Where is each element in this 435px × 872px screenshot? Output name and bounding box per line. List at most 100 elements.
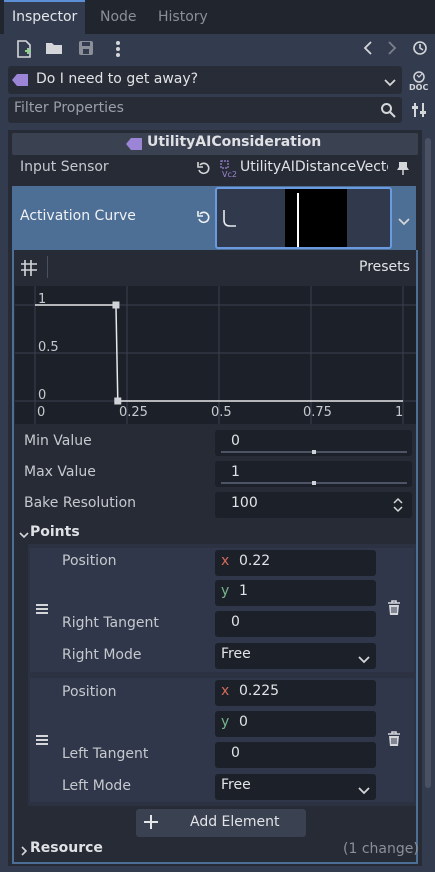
y-axis-tag: y <box>221 583 230 599</box>
search-icon <box>380 102 396 122</box>
presets-menu[interactable]: Presets <box>359 259 410 275</box>
x-tick-label: 0.5 <box>211 405 232 420</box>
min-value-field[interactable]: 0 <box>215 430 412 456</box>
point-0-y-value: 1 <box>239 583 248 599</box>
back-icon[interactable] <box>358 40 378 60</box>
save-icon[interactable] <box>76 40 96 60</box>
point-1-tangent-label: Left Tangent <box>62 746 149 762</box>
point-0-mode-label: Right Mode <box>62 647 142 663</box>
point-0-x-value: 0.22 <box>239 553 271 569</box>
revert-curve-icon[interactable] <box>197 210 211 228</box>
spinbox-updown-icon[interactable] <box>393 497 403 517</box>
x-axis-tag: x <box>221 553 230 569</box>
points-section-header[interactable]: Points <box>30 524 80 540</box>
chevron-down-icon[interactable] <box>398 214 410 230</box>
max-value-text: 1 <box>231 464 240 480</box>
bake-resolution-field[interactable]: 100 <box>215 492 412 518</box>
add-element-label: Add Element <box>190 814 280 830</box>
resource-path-text: Do I need to get away? <box>36 71 199 87</box>
y-tick-label: 0.5 <box>38 340 59 355</box>
plus-icon <box>144 815 158 833</box>
curve-thumbnail <box>285 189 347 247</box>
input-sensor-label: Input Sensor <box>20 159 109 175</box>
assign-node-icon[interactable] <box>396 160 410 180</box>
curve-control-point[interactable] <box>112 301 120 309</box>
revert-icon[interactable] <box>197 161 211 179</box>
point-1-mode-value: Free <box>221 777 251 793</box>
filter-placeholder: Filter Properties <box>14 100 124 116</box>
x-axis-tag: x <box>221 683 230 699</box>
resource-tag-icon <box>12 74 28 90</box>
tab-node[interactable]: Node <box>92 0 145 34</box>
max-value-slider-grabber[interactable] <box>312 481 316 485</box>
x-tick-label: 0 <box>37 405 45 420</box>
min-value-text: 0 <box>231 433 240 449</box>
class-icon <box>126 138 142 154</box>
curve-control-point[interactable] <box>114 397 122 405</box>
doc-button[interactable]: DOC <box>408 70 430 92</box>
point-1-position-label: Position <box>62 684 117 700</box>
point-1-tangent-value: 0 <box>231 745 240 761</box>
point-1-y-field[interactable]: y 0 <box>215 711 376 737</box>
tab-history[interactable]: History <box>150 0 216 34</box>
chevron-down-icon <box>358 783 370 799</box>
x-tick-label: 0.75 <box>303 405 332 420</box>
chevron-down-icon[interactable] <box>19 528 29 544</box>
point-0-mode-dropdown[interactable]: Free <box>215 643 376 669</box>
chevron-down-icon <box>384 75 396 91</box>
point-1-y-value: 0 <box>239 714 248 730</box>
curve-chart[interactable]: 0 0.25 0.5 0.75 110.50 <box>15 286 416 424</box>
resource-section-header[interactable]: Resource <box>30 840 103 856</box>
point-0-tangent-field[interactable]: 0 <box>215 611 376 637</box>
scrollbar[interactable] <box>425 138 431 788</box>
property-settings-icon[interactable] <box>410 101 428 119</box>
point-1-x-field[interactable]: x 0.225 <box>215 680 376 706</box>
sensor-node-icon: Vc2 <box>220 160 238 182</box>
drag-handle-icon[interactable] <box>35 734 49 750</box>
point-0-position-label: Position <box>62 553 117 569</box>
resource-change-count: (1 change) <box>343 841 419 857</box>
curve-resource-preview[interactable] <box>215 187 392 249</box>
doc-label: DOC <box>409 83 429 92</box>
new-resource-icon[interactable] <box>14 40 34 60</box>
chevron-down-icon <box>358 652 370 668</box>
drag-handle-icon[interactable] <box>35 603 49 619</box>
point-1-x-value: 0.225 <box>239 683 280 699</box>
tab-inspector[interactable]: Inspector <box>4 0 86 34</box>
bake-resolution-label: Bake Resolution <box>24 495 137 511</box>
point-0-x-field[interactable]: x 0.22 <box>215 550 376 576</box>
point-1-mode-label: Left Mode <box>62 778 131 794</box>
bake-resolution-text: 100 <box>231 495 258 511</box>
class-header-label: UtilityAIConsideration <box>147 134 322 150</box>
min-value-label: Min Value <box>24 433 92 449</box>
resource-path-dropdown[interactable]: Do I need to get away? <box>8 66 402 94</box>
add-element-button[interactable]: Add Element <box>136 809 306 837</box>
forward-icon[interactable] <box>382 40 402 60</box>
input-sensor-value[interactable]: UtilityAIDistanceVecto <box>240 159 388 175</box>
point-0-y-field[interactable]: y 1 <box>215 580 376 606</box>
trash-icon[interactable] <box>386 600 402 616</box>
grid-snap-icon[interactable] <box>20 259 38 281</box>
point-0-tangent-label: Right Tangent <box>62 615 159 631</box>
curve-thumbnail-line <box>297 193 299 247</box>
point-0-tangent-value: 0 <box>231 614 240 630</box>
chevron-right-icon[interactable] <box>21 844 29 860</box>
activation-curve-label: Activation Curve <box>20 208 136 224</box>
max-value-label: Max Value <box>24 464 96 480</box>
max-value-field[interactable]: 1 <box>215 461 412 487</box>
point-1-mode-dropdown[interactable]: Free <box>215 774 376 800</box>
open-folder-icon[interactable] <box>44 40 64 60</box>
point-1-tangent-field[interactable]: 0 <box>215 742 376 768</box>
filter-properties-input[interactable]: Filter Properties <box>8 97 402 123</box>
point-0-mode-value: Free <box>221 646 251 662</box>
toolbar-divider <box>47 256 48 278</box>
trash-icon[interactable] <box>386 731 402 747</box>
y-tick-label: 0 <box>38 388 46 403</box>
dock-tab-bar: Inspector Node History <box>0 0 435 34</box>
more-vertical-icon[interactable] <box>108 40 128 60</box>
class-header: UtilityAIConsideration <box>12 133 418 155</box>
min-value-slider-grabber[interactable] <box>312 450 316 454</box>
curve-editor-toolbar: Presets <box>15 254 416 282</box>
x-tick-label: 1 <box>395 405 403 420</box>
history-icon[interactable] <box>410 40 430 60</box>
